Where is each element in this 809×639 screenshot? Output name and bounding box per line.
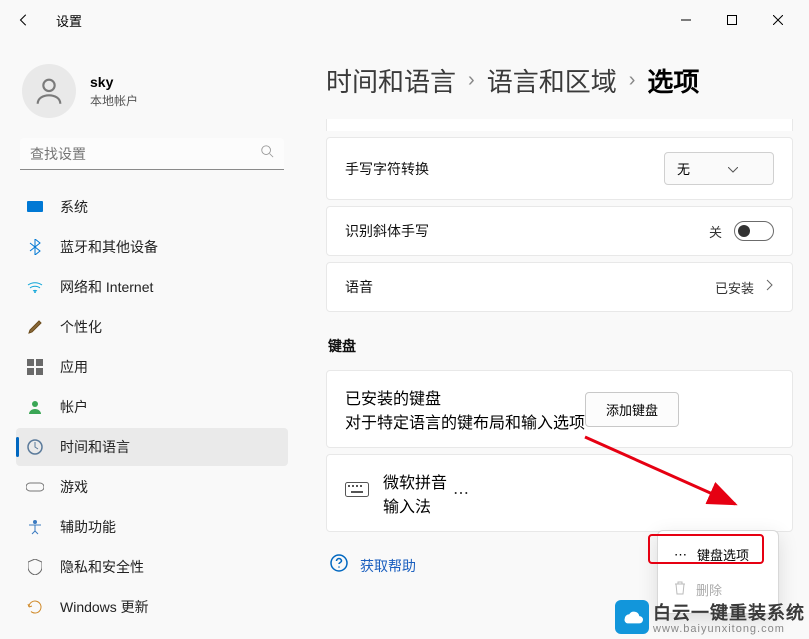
trash-icon <box>674 581 686 598</box>
installed-title: 已安装的键盘 <box>345 385 585 409</box>
help-text[interactable]: 获取帮助 <box>360 556 416 576</box>
installed-sub: 对于特定语言的键布局和输入选项 <box>345 409 585 433</box>
context-label: 键盘选项 <box>697 545 749 564</box>
ime-more-button[interactable]: ⋯ <box>447 479 477 507</box>
arrow-left-icon <box>17 13 31 27</box>
row-italic-handwriting[interactable]: 识别斜体手写 关 <box>326 206 793 256</box>
chevron-right-icon <box>766 278 774 296</box>
nav-network[interactable]: 网络和 Internet <box>16 268 288 306</box>
status-text: 已安装 <box>715 278 754 297</box>
update-icon <box>26 598 44 616</box>
nav-accounts[interactable]: 帐户 <box>16 388 288 426</box>
watermark-text: 白云一键重装系统 <box>653 599 805 625</box>
back-button[interactable] <box>8 4 40 36</box>
italic-toggle[interactable] <box>734 221 774 241</box>
nav-personalize[interactable]: 个性化 <box>16 308 288 346</box>
watermark-logo <box>615 600 649 634</box>
minimize-button[interactable] <box>663 4 709 36</box>
window-title: 设置 <box>56 11 82 30</box>
row-ime[interactable]: 微软拼音 输入法 ⋯ <box>326 454 793 532</box>
row-installed-keyboards: 已安装的键盘 对于特定语言的键布局和输入选项 添加键盘 <box>326 370 793 448</box>
ime-title: 微软拼音 <box>383 469 447 493</box>
nav: 系统 蓝牙和其他设备 网络和 Internet 个性化 应用 帐户 时间和语言 … <box>16 188 288 626</box>
watermark: 白云一键重装系统 www.baiyunxitong.com <box>615 599 805 635</box>
handwriting-select[interactable]: 无 <box>664 152 774 185</box>
chevron-right-icon: › <box>629 69 636 92</box>
breadcrumb: 时间和语言 › 语言和区域 › 选项 <box>326 62 793 99</box>
context-label: 删除 <box>696 580 722 599</box>
nav-apps[interactable]: 应用 <box>16 348 288 386</box>
row-label: 语音 <box>345 277 373 297</box>
crumb-time-lang[interactable]: 时间和语言 <box>326 62 456 99</box>
shield-icon <box>26 558 44 576</box>
gamepad-icon <box>26 478 44 496</box>
crumb-options: 选项 <box>647 62 699 99</box>
person-icon <box>32 74 66 108</box>
ime-sub: 输入法 <box>383 493 447 517</box>
search-box[interactable] <box>20 138 284 170</box>
context-keyboard-options[interactable]: ⋯ 键盘选项 <box>664 537 772 572</box>
profile[interactable]: sky 本地帐户 <box>16 60 288 138</box>
watermark-url: www.baiyunxitong.com <box>653 623 805 635</box>
window-controls <box>663 4 801 36</box>
nav-bluetooth[interactable]: 蓝牙和其他设备 <box>16 228 288 266</box>
nav-privacy[interactable]: 隐私和安全性 <box>16 548 288 586</box>
chevron-right-icon: › <box>468 69 475 92</box>
brush-icon <box>26 318 44 336</box>
nav-gaming[interactable]: 游戏 <box>16 468 288 506</box>
search-icon <box>260 144 274 163</box>
toggle-state: 关 <box>709 222 722 241</box>
display-icon <box>26 198 44 216</box>
account-icon <box>26 398 44 416</box>
maximize-button[interactable] <box>709 4 755 36</box>
profile-sub: 本地帐户 <box>90 92 138 109</box>
sidebar: sky 本地帐户 系统 蓝牙和其他设备 网络和 Internet 个性化 应用 … <box>0 40 298 639</box>
row-label: 识别斜体手写 <box>345 221 429 241</box>
help-icon <box>330 554 348 577</box>
nav-time-language[interactable]: 时间和语言 <box>16 428 288 466</box>
close-icon <box>773 15 783 25</box>
crumb-lang-region[interactable]: 语言和区域 <box>487 62 617 99</box>
nav-accessibility[interactable]: 辅助功能 <box>16 508 288 546</box>
wifi-icon <box>26 278 44 296</box>
nav-system[interactable]: 系统 <box>16 188 288 226</box>
search-input[interactable] <box>30 146 260 162</box>
keyboard-icon <box>345 482 369 505</box>
apps-icon <box>26 358 44 376</box>
select-value: 无 <box>677 159 690 178</box>
maximize-icon <box>727 15 737 25</box>
clock-globe-icon <box>26 438 44 456</box>
row-speech[interactable]: 语音 已安装 <box>326 262 793 312</box>
avatar <box>22 64 76 118</box>
card-fragment <box>326 119 793 131</box>
accessibility-icon <box>26 518 44 536</box>
chevron-down-icon <box>728 161 738 176</box>
minimize-icon <box>681 15 691 25</box>
row-label: 手写字符转换 <box>345 159 429 179</box>
profile-name: sky <box>90 74 138 90</box>
add-keyboard-button[interactable]: 添加键盘 <box>585 392 679 427</box>
row-handwriting[interactable]: 手写字符转换 无 <box>326 137 793 200</box>
bluetooth-icon <box>26 238 44 256</box>
close-button[interactable] <box>755 4 801 36</box>
ellipsis-icon: ⋯ <box>674 547 687 563</box>
nav-updates[interactable]: Windows 更新 <box>16 588 288 626</box>
section-keyboard: 键盘 <box>328 336 793 356</box>
titlebar: 设置 <box>0 0 809 40</box>
